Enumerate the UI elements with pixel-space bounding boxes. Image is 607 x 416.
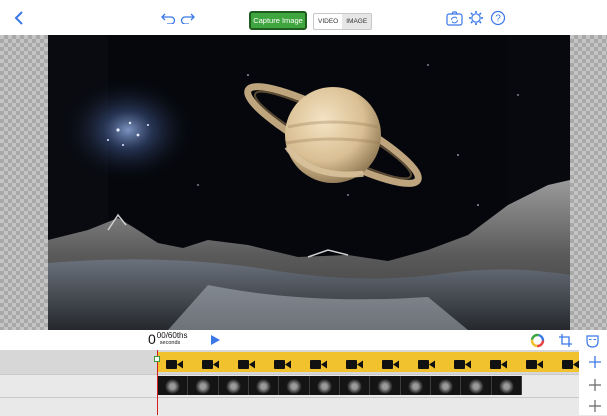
clip-thumbnail xyxy=(370,376,401,395)
add-track-button-3[interactable] xyxy=(586,397,604,415)
undo-icon[interactable] xyxy=(160,8,176,28)
video-camera-icon xyxy=(526,357,544,369)
empty-track xyxy=(0,397,607,416)
video-camera-icon xyxy=(562,357,580,369)
video-camera-icon xyxy=(346,357,364,369)
mode-toggle: VIDEO IMAGE xyxy=(313,13,373,30)
saturn-moon-image[interactable] xyxy=(48,35,570,330)
color-wheel-icon[interactable] xyxy=(529,332,545,348)
clip-thumbnail xyxy=(461,376,492,395)
transparent-margin-left xyxy=(0,35,48,330)
play-icon[interactable] xyxy=(208,333,222,347)
clip-thumbnail xyxy=(309,376,340,395)
video-camera-icon xyxy=(202,357,220,369)
crop-icon[interactable] xyxy=(557,332,573,348)
video-camera-icon xyxy=(382,357,400,369)
chevron-left-icon[interactable] xyxy=(10,8,28,28)
video-clip[interactable] xyxy=(158,352,579,372)
clip-thumbnail xyxy=(400,376,431,395)
clip-thumbnail xyxy=(188,376,219,395)
video-camera-icon xyxy=(310,357,328,369)
transparent-margin-right xyxy=(570,35,607,330)
clip-thumbnail xyxy=(339,376,371,395)
clip-trim-handle[interactable] xyxy=(154,356,160,362)
video-camera-icon xyxy=(238,357,256,369)
time-fraction: 00/60ths xyxy=(156,331,188,340)
video-mode-button[interactable]: VIDEO xyxy=(314,14,342,29)
clip-thumbnail xyxy=(248,376,280,395)
video-camera-icon xyxy=(274,357,292,369)
clip-thumbnail xyxy=(491,376,522,395)
time-unit: seconds xyxy=(159,340,181,346)
capture-image-button[interactable]: Capture Image xyxy=(249,11,307,30)
clip-thumbnail xyxy=(218,376,249,395)
time-seconds: 0 xyxy=(148,331,156,347)
clip-thumbnail xyxy=(158,376,189,395)
gear-icon[interactable] xyxy=(467,8,485,28)
video-camera-icon xyxy=(418,357,436,369)
canvas-stage xyxy=(0,35,607,330)
top-toolbar: Capture Image VIDEO IMAGE ? xyxy=(0,0,607,35)
image-clip[interactable] xyxy=(158,376,522,395)
add-track-button-1[interactable] xyxy=(586,353,604,371)
clip-thumbnail xyxy=(279,376,310,395)
video-camera-icon xyxy=(490,357,508,369)
help-icon[interactable]: ? xyxy=(489,8,507,28)
image-mode-button[interactable]: IMAGE xyxy=(342,14,372,29)
redo-icon[interactable] xyxy=(180,8,196,28)
svg-text:?: ? xyxy=(495,14,501,25)
playback-controls xyxy=(0,330,607,350)
add-track-button-2[interactable] xyxy=(586,376,604,394)
video-camera-icon xyxy=(454,357,472,369)
camera-rotate-icon[interactable] xyxy=(445,8,463,28)
video-camera-icon xyxy=(166,357,184,369)
time-display: 0 00/60ths seconds xyxy=(148,331,188,347)
mask-icon[interactable] xyxy=(584,332,600,348)
clip-thumbnail xyxy=(430,376,462,395)
